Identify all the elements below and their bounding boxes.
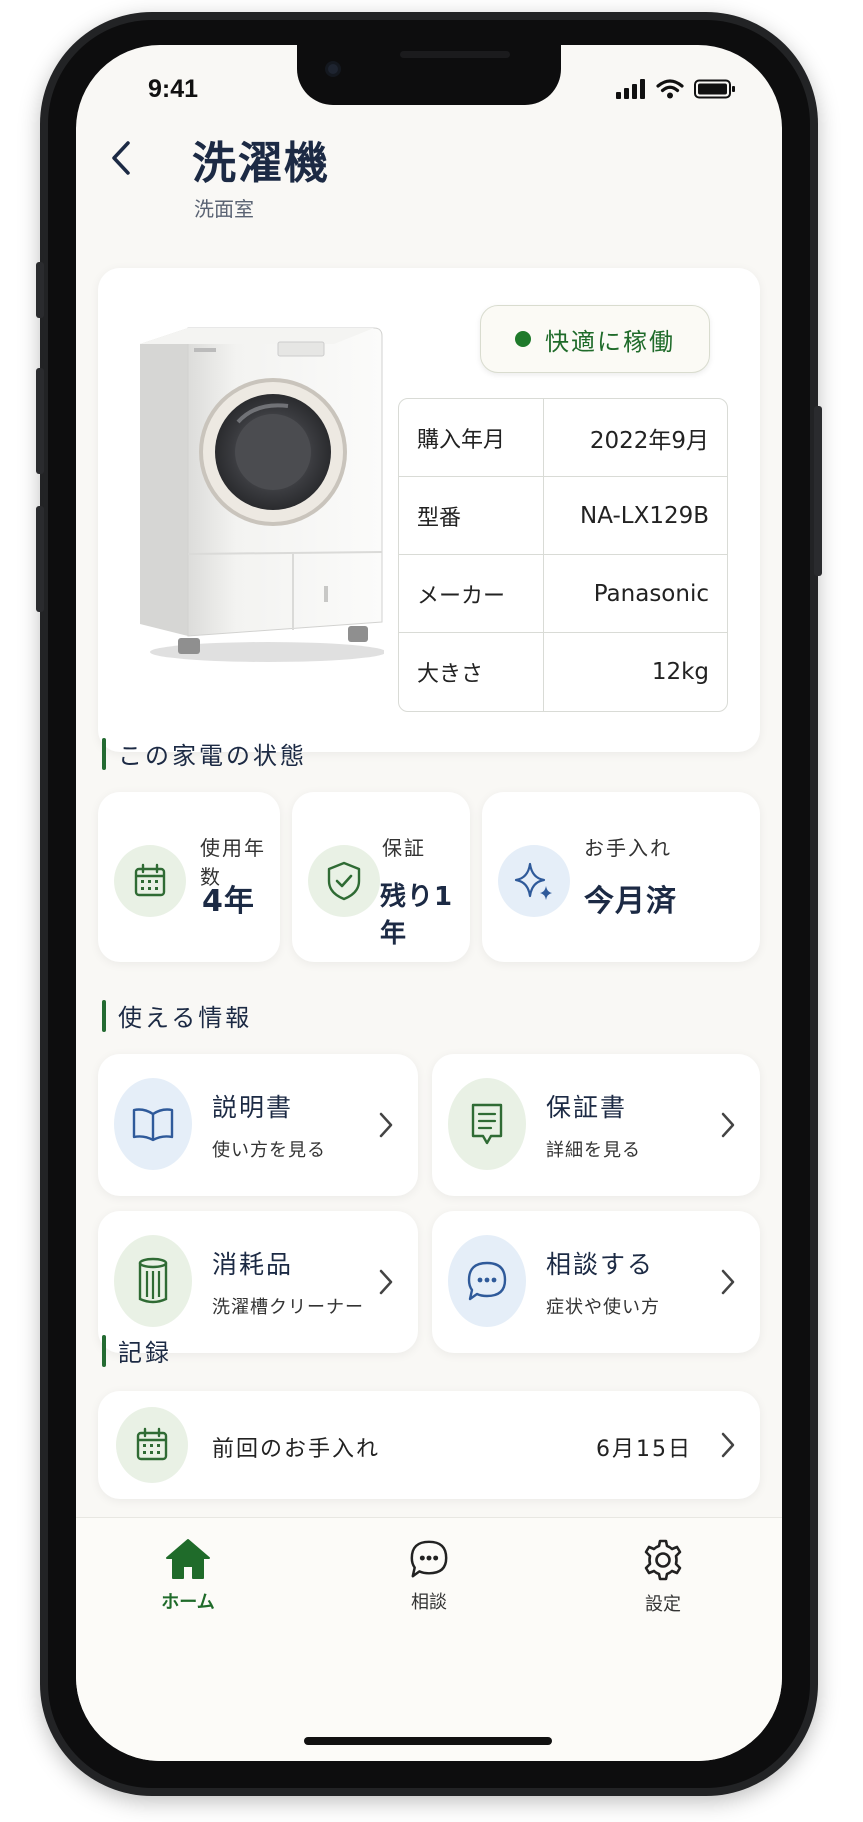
status-time: 9:41 [148,75,199,103]
spec-value: 2022年9月 [589,427,709,454]
tab-settings[interactable]: 設定 [603,1538,723,1616]
page-title: 洗濯機 [192,138,330,189]
tile-label: お手入れ [584,836,672,860]
status-badge: 快適に稼働 [480,305,710,373]
section-bar [102,1334,106,1367]
info-subtitle: 症状や使い方 [546,1297,660,1318]
info-title: 保証書 [546,1093,628,1122]
cleaner-bottle-icon [114,1235,192,1327]
chevron-left-icon [112,141,130,175]
tab-label: 相談 [411,1592,447,1613]
spec-row: 大きさ 12kg [399,633,727,711]
product-card: 快適に稼働 購入年月 2022年9月 型番 NA-LX129B メーカー Pan… [98,268,760,752]
chevron-right-icon [379,1112,393,1138]
shield-check-icon [308,845,380,917]
washing-machine-image [140,327,384,662]
record-date: 6月15日 [596,1437,692,1462]
tile-maintenance: お手入れ 今月済 [482,792,760,962]
record-last-maintenance[interactable]: 前回のお手入れ 6月15日 [98,1391,760,1499]
section-heading-condition: この家電の状態 [102,736,307,771]
speaker [400,51,510,58]
section-title: この家電の状態 [118,742,307,770]
chat-icon [410,1540,448,1578]
home-icon [166,1539,210,1579]
tab-bar: ホーム 相談 設定 [76,1517,782,1761]
wifi-icon [656,79,684,99]
chevron-right-icon [721,1269,735,1295]
chevron-right-icon [379,1269,393,1295]
chevron-right-icon [721,1432,735,1458]
section-heading-info: 使える情報 [102,998,252,1033]
spec-row: 型番 NA-LX129B [399,477,727,555]
book-icon [114,1078,192,1170]
tile-label: 保証 [382,836,426,860]
sparkle-icon [498,845,570,917]
chat-icon [448,1235,526,1327]
spec-table: 購入年月 2022年9月 型番 NA-LX129B メーカー Panasonic… [398,398,728,712]
tab-home[interactable]: ホーム [128,1538,248,1614]
status-icons [616,79,736,99]
tile-value: 残り1年 [380,882,454,949]
status-text: 快適に稼働 [545,327,675,356]
silent-switch [36,262,44,318]
app-screen: 9:41 洗濯機 洗面室 快適に稼働 購入年月 2022年9月 型番 NA-LX… [76,45,782,1761]
volume-up-button [36,368,44,474]
tile-warranty: 保証 残り1年 [292,792,470,962]
tile-usage-years: 使用年数 4年 [98,792,280,962]
section-bar [102,999,106,1032]
notch [297,45,561,105]
signal-icon [616,79,645,99]
volume-down-button [36,506,44,612]
info-subtitle: 詳細を見る [546,1140,641,1161]
document-icon [448,1078,526,1170]
tile-value: 4年 [202,884,255,919]
spec-row: 購入年月 2022年9月 [399,399,727,477]
battery-icon [694,79,735,99]
page-subtitle: 洗面室 [194,197,254,221]
section-title: 使える情報 [118,1004,253,1032]
spec-row: メーカー Panasonic [399,555,727,633]
info-subtitle: 洗濯槽クリーナー [212,1297,364,1318]
spec-label: 大きさ [399,633,544,711]
calendar-icon [116,1407,188,1483]
info-title: 相談する [546,1250,655,1279]
tile-value: 今月済 [584,884,677,919]
front-camera [325,61,341,77]
consumables-card[interactable]: 消耗品 洗濯槽クリーナー [98,1211,418,1353]
info-subtitle: 使い方を見る [212,1140,326,1161]
tab-label: ホーム [161,1592,215,1613]
spec-value: Panasonic [593,580,709,607]
spec-label: メーカー [399,555,544,632]
record-label: 前回のお手入れ [212,1437,381,1462]
spec-value: 12kg [651,659,709,685]
gear-icon [644,1539,682,1581]
tab-consult[interactable]: 相談 [369,1538,489,1614]
spec-label: 型番 [399,477,544,554]
power-button [814,406,822,576]
chevron-right-icon [721,1112,735,1138]
tab-label: 設定 [645,1594,681,1615]
consult-card[interactable]: 相談する 症状や使い方 [432,1211,760,1353]
home-indicator [304,1737,552,1745]
status-dot [515,331,531,347]
info-title: 説明書 [212,1093,294,1122]
spec-label: 購入年月 [399,399,544,476]
section-bar [102,737,106,770]
spec-value: NA-LX129B [580,502,709,529]
info-title: 消耗品 [212,1250,294,1279]
section-title: 記録 [118,1339,172,1367]
back-button[interactable] [96,133,146,183]
section-heading-records: 記録 [102,1333,172,1368]
warranty-card[interactable]: 保証書 詳細を見る [432,1054,760,1196]
calendar-icon [114,845,186,917]
manual-card[interactable]: 説明書 使い方を見る [98,1054,418,1196]
